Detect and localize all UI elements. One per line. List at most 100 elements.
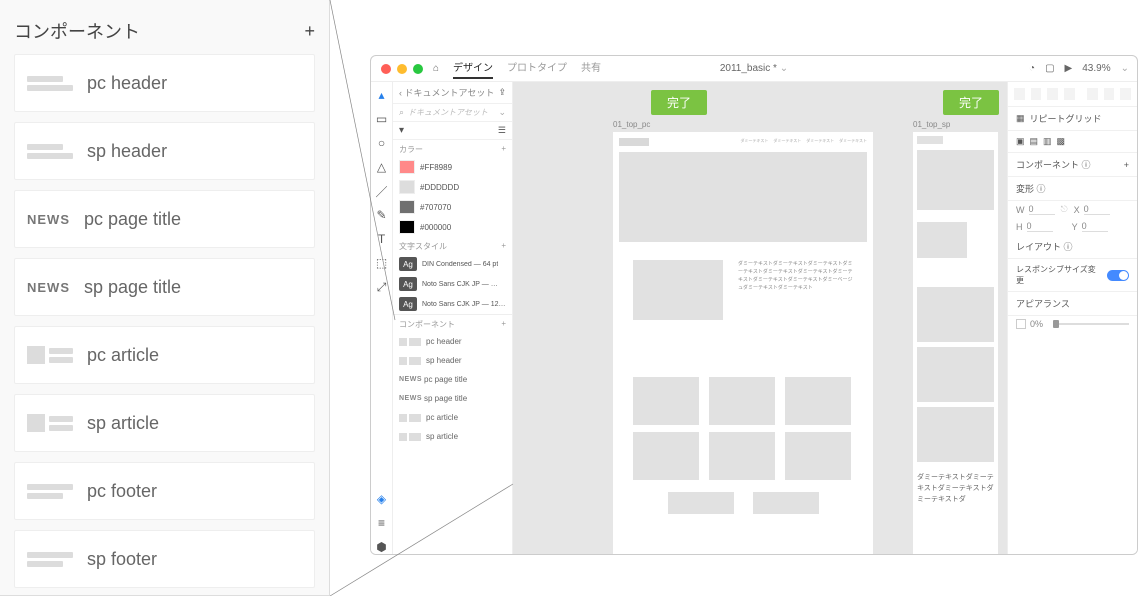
color-swatch-row[interactable]: #707070 (393, 197, 512, 217)
component-item-pc-footer[interactable]: pc footer (14, 462, 315, 520)
add-component-icon[interactable]: + (304, 21, 315, 42)
mini-component-row[interactable]: NEWSsp page title (393, 389, 512, 408)
component-item-pc-header[interactable]: pc header (14, 54, 315, 112)
x-input[interactable] (1084, 204, 1110, 215)
responsive-toggle[interactable] (1107, 270, 1129, 281)
ellipse-tool-icon[interactable]: ○ (375, 136, 389, 150)
artboard-label-sp[interactable]: 01_top_sp (913, 120, 950, 129)
polygon-tool-icon[interactable]: △ (375, 160, 389, 174)
filter-icon[interactable]: ▾ (399, 125, 404, 136)
repeat-grid-icon[interactable]: ▦ (1016, 113, 1025, 124)
char-style-icon: Ag (399, 277, 417, 291)
assets-icon[interactable]: ◈ (375, 492, 389, 506)
mini-component-row[interactable]: pc article (393, 408, 512, 427)
mini-component-row[interactable]: NEWSpc page title (393, 370, 512, 389)
align-top-icon[interactable] (1014, 88, 1025, 100)
layers-icon[interactable]: ≡ (375, 516, 389, 530)
dist-v-icon[interactable] (1104, 88, 1115, 100)
color-swatch (399, 200, 415, 214)
mini-thumb (399, 433, 421, 441)
responsive-label: レスポンシブサイズ変更 (1016, 264, 1102, 286)
char-style-row[interactable]: AgNoto Sans CJK JP — … (393, 274, 512, 294)
close-window-icon[interactable] (381, 64, 391, 74)
y-input[interactable] (1082, 221, 1108, 232)
repeat-grid-button[interactable]: リピートグリッド (1030, 112, 1102, 125)
component-label: pc header (87, 73, 167, 94)
tab-prototype[interactable]: プロトタイプ (507, 59, 567, 79)
mini-thumb (399, 414, 421, 422)
search-icon[interactable]: ⌕ (399, 107, 404, 118)
tab-share[interactable]: 共有 (581, 59, 601, 79)
char-style-label: Noto Sans CJK JP — 12… (422, 301, 506, 308)
component-label: sp header (87, 141, 167, 162)
minimize-window-icon[interactable] (397, 64, 407, 74)
mini-thumb (399, 338, 421, 346)
mini-component-label: sp header (426, 356, 462, 365)
component-item-sp-header[interactable]: sp header (14, 122, 315, 180)
dist-h-icon[interactable] (1087, 88, 1098, 100)
tab-design[interactable]: デザイン (453, 59, 493, 79)
select-tool-icon[interactable]: ▴ (375, 88, 389, 102)
assets-search-input[interactable]: ドキュメントアセット (408, 107, 494, 118)
device-icon[interactable]: ▢ (1045, 63, 1054, 74)
artboard-tool-icon[interactable]: ⬚ (375, 256, 389, 270)
text-tool-icon[interactable]: T (375, 232, 389, 246)
zoom-level[interactable]: 43.9% (1082, 63, 1110, 74)
news-tag-icon: NEWS (399, 395, 419, 402)
rectangle-tool-icon[interactable]: ▭ (375, 112, 389, 126)
color-swatch-row[interactable]: #FF8989 (393, 157, 512, 177)
component-item-pc-article[interactable]: pc article (14, 326, 315, 384)
artboard-pc[interactable]: ダミーテキストダミーテキストダミーテキストダミーテキスト ダミーテキストダミーテ… (613, 132, 873, 554)
line-tool-icon[interactable]: ／ (375, 184, 389, 198)
mini-component-row[interactable]: pc header (393, 332, 512, 351)
color-section-label: カラー (399, 144, 423, 155)
color-value: #DDDDDD (420, 183, 459, 192)
zoom-tool-icon[interactable]: ⤢ (375, 280, 389, 294)
canvas[interactable]: 完了 完了 01_top_pc 01_top_sp ダミーテキストダミーテキスト… (513, 82, 1007, 554)
mini-component-row[interactable]: sp article (393, 427, 512, 446)
done-badge-pc: 完了 (651, 90, 707, 115)
link-wh-icon[interactable]: ⎋ (1061, 204, 1068, 215)
artboard-sp[interactable]: ダミーテキストダミーテキストダミーテキストダミーテキストダ (913, 132, 998, 554)
height-input[interactable] (1027, 221, 1053, 232)
component-label: pc footer (87, 481, 157, 502)
bool-subtract-icon[interactable]: ▤ (1030, 136, 1039, 147)
bool-intersect-icon[interactable]: ▥ (1043, 136, 1052, 147)
user-icon[interactable]: ◔ (1029, 63, 1035, 74)
artboard-label-pc[interactable]: 01_top_pc (613, 120, 650, 129)
color-swatch-row[interactable]: #DDDDDD (393, 177, 512, 197)
char-style-row[interactable]: AgDIN Condensed — 64 pt (393, 254, 512, 274)
bool-union-icon[interactable]: ▣ (1016, 136, 1025, 147)
mini-component-row[interactable]: sp header (393, 351, 512, 370)
align-row (1008, 82, 1137, 107)
done-badge-sp: 完了 (943, 90, 999, 115)
bool-exclude-icon[interactable]: ▩ (1057, 136, 1066, 147)
color-swatch-row[interactable]: #000000 (393, 217, 512, 237)
list-view-icon[interactable]: ☰ (498, 125, 506, 136)
opacity-slider[interactable] (1053, 323, 1129, 325)
pen-tool-icon[interactable]: ✎ (375, 208, 389, 222)
titlebar: ⌂ デザイン プロトタイプ 共有 2011_basic * ⌄ ◔ ▢ ▶ 43… (371, 56, 1137, 82)
component-item-pc-page-title[interactable]: NEWSpc page title (14, 190, 315, 248)
mini-component-label: pc header (426, 337, 462, 346)
share-icon[interactable]: ⇪ (498, 87, 506, 98)
play-icon[interactable]: ▶ (1065, 63, 1073, 74)
assets-back[interactable]: ‹ ドキュメントアセット (399, 86, 494, 99)
prop-component-label: コンポーネント (1016, 160, 1079, 170)
add-component-button[interactable]: + (1124, 160, 1129, 170)
components-zoom-panel: コンポーネント + pc headersp headerNEWSpc page … (0, 0, 330, 596)
color-value: #FF8989 (420, 163, 452, 172)
align-left-icon[interactable] (1064, 88, 1075, 100)
component-item-sp-article[interactable]: sp article (14, 394, 315, 452)
component-item-sp-page-title[interactable]: NEWSsp page title (14, 258, 315, 316)
fullscreen-window-icon[interactable] (413, 64, 423, 74)
width-input[interactable] (1029, 204, 1055, 215)
align-bottom-icon[interactable] (1047, 88, 1058, 100)
home-icon[interactable]: ⌂ (433, 63, 439, 74)
dist-c-icon[interactable] (1120, 88, 1131, 100)
char-style-row[interactable]: AgNoto Sans CJK JP — 12… (393, 294, 512, 314)
mini-thumb (399, 357, 421, 365)
align-middle-icon[interactable] (1031, 88, 1042, 100)
plugins-icon[interactable]: ⬢ (375, 540, 389, 554)
component-item-sp-footer[interactable]: sp footer (14, 530, 315, 588)
